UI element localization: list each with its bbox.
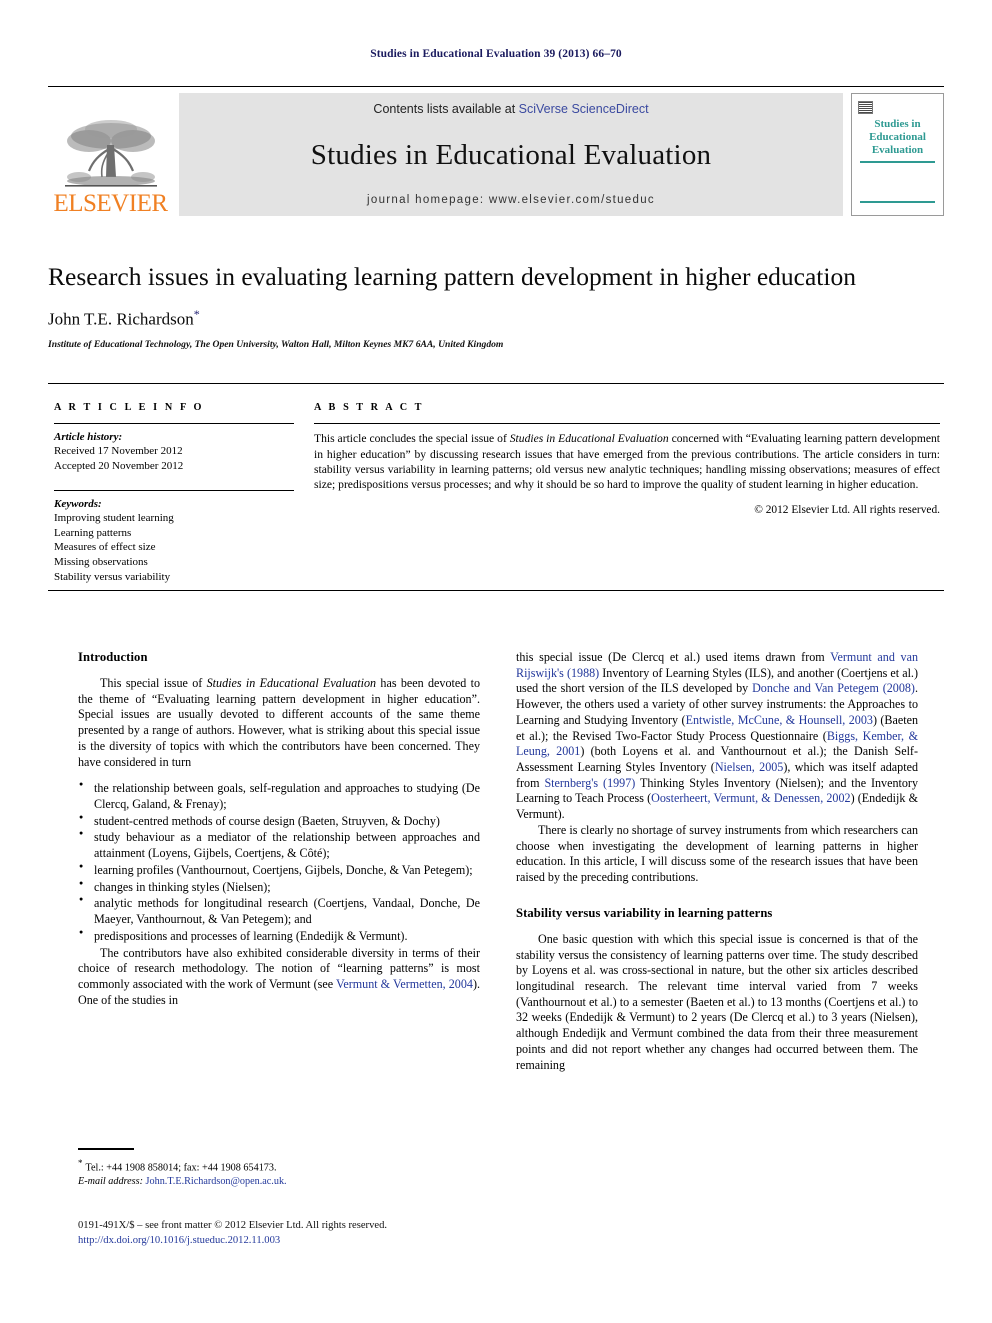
right-paragraph-1: this special issue (De Clercq et al.) us… (516, 650, 918, 823)
journal-masthead: ELSEVIER Contents lists available at Sci… (48, 86, 944, 219)
abstract-journal-italic: Studies in Educational Evaluation (509, 432, 669, 446)
journal-homepage[interactable]: journal homepage: www.elsevier.com/stued… (367, 194, 655, 206)
cover-title-line3: Evaluation (871, 143, 924, 156)
cover-title-line1: Studies in (874, 118, 921, 130)
email-label: E-mail address: (78, 1176, 143, 1188)
journal-band: Contents lists available at SciVerse Sci… (179, 93, 843, 216)
keyword-item: Missing observations (54, 556, 148, 569)
elsevier-logo: ELSEVIER (48, 89, 173, 220)
citation-link[interactable]: Entwistle, McCune, & Hounsell, 2003 (686, 713, 873, 727)
page-title: Research issues in evaluating learning p… (48, 262, 856, 291)
intro-paragraph-1: This special issue of Studies in Educati… (78, 676, 480, 770)
intro-paragraph-2: The contributors have also exhibited con… (78, 946, 480, 1009)
footnote-contact: * Tel.: +44 1908 858014; fax: +44 1908 65… (78, 1157, 480, 1176)
abstract-label: A B S T R A C T (314, 402, 425, 413)
intro-p1-a: This special issue of (100, 676, 207, 690)
keyword-item: Improving student learning (54, 511, 174, 524)
section-heading-introduction: Introduction (78, 650, 148, 664)
topics-bullet-list: the relationship between goals, self-reg… (78, 780, 480, 945)
divider (54, 489, 294, 491)
list-item: analytic methods for longitudinal resear… (78, 895, 480, 927)
received-date: Received 17 November 2012 (54, 445, 183, 458)
footnote-divider (78, 1148, 134, 1150)
accepted-date: Accepted 20 November 2012 (54, 459, 184, 472)
abstract-text: This article concludes the special issue… (314, 431, 940, 493)
cover-title-line2: Educational (869, 130, 926, 143)
running-head: Studies in Educational Evaluation 39 (20… (370, 48, 622, 60)
article-info-column: A R T I C L E I N F O Article history: R… (48, 384, 308, 590)
list-item: student-centred methods of course design… (78, 813, 480, 830)
cover-rule-bottom (860, 201, 935, 203)
elsevier-tree-icon (64, 120, 157, 187)
issn-copyright-line: 0191-491X/$ – see front matter © 2012 El… (78, 1220, 388, 1231)
keyword-item: Stability versus variability (54, 570, 171, 583)
citation-link[interactable]: Nielsen, 2005 (715, 760, 784, 774)
paper-page: Studies in Educational Evaluation 39 (20… (0, 0, 992, 1323)
author-line: John T.E. Richardson* (48, 307, 944, 330)
author-footnote-marker[interactable]: * (194, 307, 200, 321)
contents-available-line: Contents lists available at SciVerse Sci… (373, 102, 648, 116)
section-heading-stability: Stability versus variability in learning… (516, 905, 773, 920)
abstract-column: A B S T R A C T This article concludes t… (308, 384, 944, 590)
email-link[interactable]: John.T.E.Richardson@open.ac.uk. (146, 1176, 287, 1187)
list-item: predispositions and processes of learnin… (78, 928, 480, 945)
divider (314, 423, 940, 425)
list-item: learning profiles (Vanthournout, Coertje… (78, 862, 480, 879)
list-item: study behaviour as a mediator of the rel… (78, 829, 480, 861)
list-item: changes in thinking styles (Nielsen); (78, 879, 480, 896)
citation-link[interactable]: Vermunt & Vermetten, 2004 (336, 977, 473, 991)
article-info-label: A R T I C L E I N F O (54, 402, 205, 413)
footnote-email-line: E-mail address: John.T.E.Richardson@open… (78, 1175, 480, 1189)
intro-p1-journal-italic: Studies in Educational Evaluation (206, 676, 377, 690)
citation-link[interactable]: Oosterheert, Vermunt, & Denessen, 2002 (651, 791, 850, 805)
body-columns: Introduction This special issue of Studi… (78, 650, 918, 1073)
sciencedirect-link[interactable]: SciVerse ScienceDirect (519, 102, 649, 116)
elsevier-wordmark: ELSEVIER (53, 190, 168, 217)
citation-link[interactable]: Sternberg's (1997) (544, 776, 635, 790)
abstract-part1: This article concludes the special issue… (314, 432, 510, 446)
right-paragraph-2: There is clearly no shortage of survey i… (516, 822, 918, 885)
contents-prefix: Contents lists available at (373, 102, 519, 116)
list-item: the relationship between goals, self-reg… (78, 780, 480, 812)
author-name: John T.E. Richardson (48, 309, 194, 329)
right-column: this special issue (De Clercq et al.) us… (516, 650, 918, 1073)
cover-barcode-icon (858, 101, 873, 114)
keywords-label: Keywords: (54, 497, 102, 510)
article-history-label: Article history: (54, 431, 123, 444)
right-p1-a: this special issue (De Clercq et al.) us… (516, 650, 831, 664)
title-block: Research issues in evaluating learning p… (48, 262, 944, 350)
page-footer: 0191-491X/$ – see front matter © 2012 El… (78, 1218, 578, 1249)
citation-link[interactable]: Donche and Van Petegem (2008) (752, 681, 915, 695)
journal-cover-thumbnail[interactable]: Studies in Educational Evaluation (851, 93, 944, 216)
footnote-marker: * (78, 1157, 83, 1168)
copyright-line: © 2012 Elsevier Ltd. All rights reserved… (754, 503, 940, 516)
journal-name: Studies in Educational Evaluation (310, 138, 712, 171)
stability-paragraph-1: One basic question with which this speci… (516, 931, 918, 1072)
divider (54, 423, 294, 425)
keyword-item: Learning patterns (54, 526, 132, 539)
cover-spacer (858, 163, 937, 201)
left-column: Introduction This special issue of Studi… (78, 650, 480, 1073)
article-info-abstract-panel: A R T I C L E I N F O Article history: R… (48, 383, 944, 591)
keyword-item: Measures of effect size (54, 541, 156, 554)
cover-title: Studies in Educational Evaluation (858, 118, 937, 157)
keywords-block: Keywords: Improving student learning Lea… (54, 489, 294, 585)
footnote-block: * Tel.: +44 1908 858014; fax: +44 1908 65… (78, 1148, 480, 1190)
footnote-tel-fax: Tel.: +44 1908 858014; fax: +44 1908 654… (85, 1161, 277, 1173)
doi-link[interactable]: http://dx.doi.org/10.1016/j.stueduc.2012… (78, 1233, 578, 1248)
affiliation: Institute of Educational Technology, The… (48, 338, 504, 350)
